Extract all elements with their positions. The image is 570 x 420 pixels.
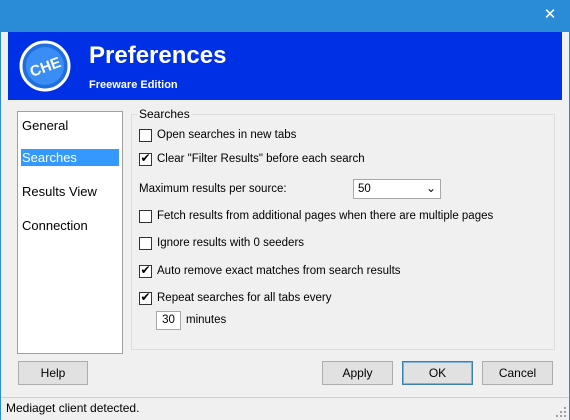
- status-text: Mediaget client detected.: [6, 401, 140, 415]
- ignore-zero-seeders-checkbox[interactable]: [139, 236, 152, 250]
- ignore-zero-seeders-label: Ignore results with 0 seeders: [157, 237, 305, 249]
- repeat-searches-checkbox[interactable]: ✔: [139, 289, 152, 305]
- ignore-zero-seeders-option[interactable]: Ignore results with 0 seeders: [139, 235, 304, 251]
- check-icon: ✔: [140, 150, 151, 165]
- open-new-tabs-checkbox[interactable]: [139, 128, 152, 142]
- repeat-searches-option[interactable]: ✔ Repeat searches for all tabs every: [139, 290, 332, 306]
- nav-item-connection[interactable]: Connection: [21, 217, 119, 234]
- header-banner: CHE Preferences Freeware Edition: [8, 32, 562, 100]
- check-icon: ✔: [140, 262, 151, 277]
- close-icon[interactable]: ✕: [541, 6, 559, 24]
- resize-grip-icon[interactable]: [556, 407, 566, 417]
- chevron-down-icon: ⌄: [425, 181, 436, 195]
- page-title: Preferences: [89, 42, 227, 69]
- nav-item-searches[interactable]: Searches: [21, 149, 119, 166]
- open-new-tabs-label: Open searches in new tabs: [157, 129, 297, 141]
- nav-item-general[interactable]: General: [21, 117, 119, 134]
- max-results-row: Maximum results per source:: [139, 181, 287, 197]
- fetch-additional-checkbox[interactable]: [139, 209, 152, 223]
- title-bar[interactable]: ✕: [1, 1, 569, 32]
- cancel-button[interactable]: Cancel: [482, 361, 553, 385]
- status-bar: Mediaget client detected.: [1, 397, 569, 420]
- auto-remove-option[interactable]: ✔ Auto remove exact matches from search …: [139, 263, 401, 279]
- che-logo-icon: CHE: [19, 40, 71, 92]
- fetch-additional-label: Fetch results from additional pages when…: [157, 210, 494, 222]
- help-button[interactable]: Help: [18, 361, 88, 385]
- max-results-value: 50: [358, 183, 371, 195]
- ok-button[interactable]: OK: [402, 361, 473, 385]
- minutes-row: minutes: [186, 312, 226, 328]
- clear-filter-checkbox[interactable]: ✔: [139, 150, 152, 166]
- check-icon: ✔: [140, 289, 151, 304]
- max-results-select[interactable]: 50 ⌄: [353, 179, 441, 199]
- auto-remove-checkbox[interactable]: ✔: [139, 262, 152, 278]
- edition-subtitle: Freeware Edition: [89, 79, 178, 91]
- open-new-tabs-option[interactable]: Open searches in new tabs: [139, 127, 296, 143]
- fetch-additional-option[interactable]: Fetch results from additional pages when…: [139, 208, 493, 224]
- clear-filter-label: Clear "Filter Results" before each searc…: [157, 153, 365, 165]
- preferences-window: ✕ CHE Preferences Freeware Edition Gener…: [0, 0, 570, 420]
- minutes-label: minutes: [186, 314, 227, 326]
- auto-remove-label: Auto remove exact matches from search re…: [157, 265, 401, 277]
- clear-filter-option[interactable]: ✔ Clear "Filter Results" before each sea…: [139, 151, 365, 167]
- apply-button[interactable]: Apply: [322, 361, 393, 385]
- searches-panel: Searches Open searches in new tabs ✔ Cle…: [131, 107, 555, 350]
- max-results-label: Maximum results per source:: [139, 183, 287, 195]
- group-label: Searches: [137, 107, 192, 121]
- nav-item-results-view[interactable]: Results View: [21, 183, 119, 200]
- repeat-minutes-input[interactable]: 30: [156, 311, 181, 330]
- repeat-searches-label: Repeat searches for all tabs every: [157, 292, 332, 304]
- category-list: General Searches Results View Connection: [17, 111, 123, 354]
